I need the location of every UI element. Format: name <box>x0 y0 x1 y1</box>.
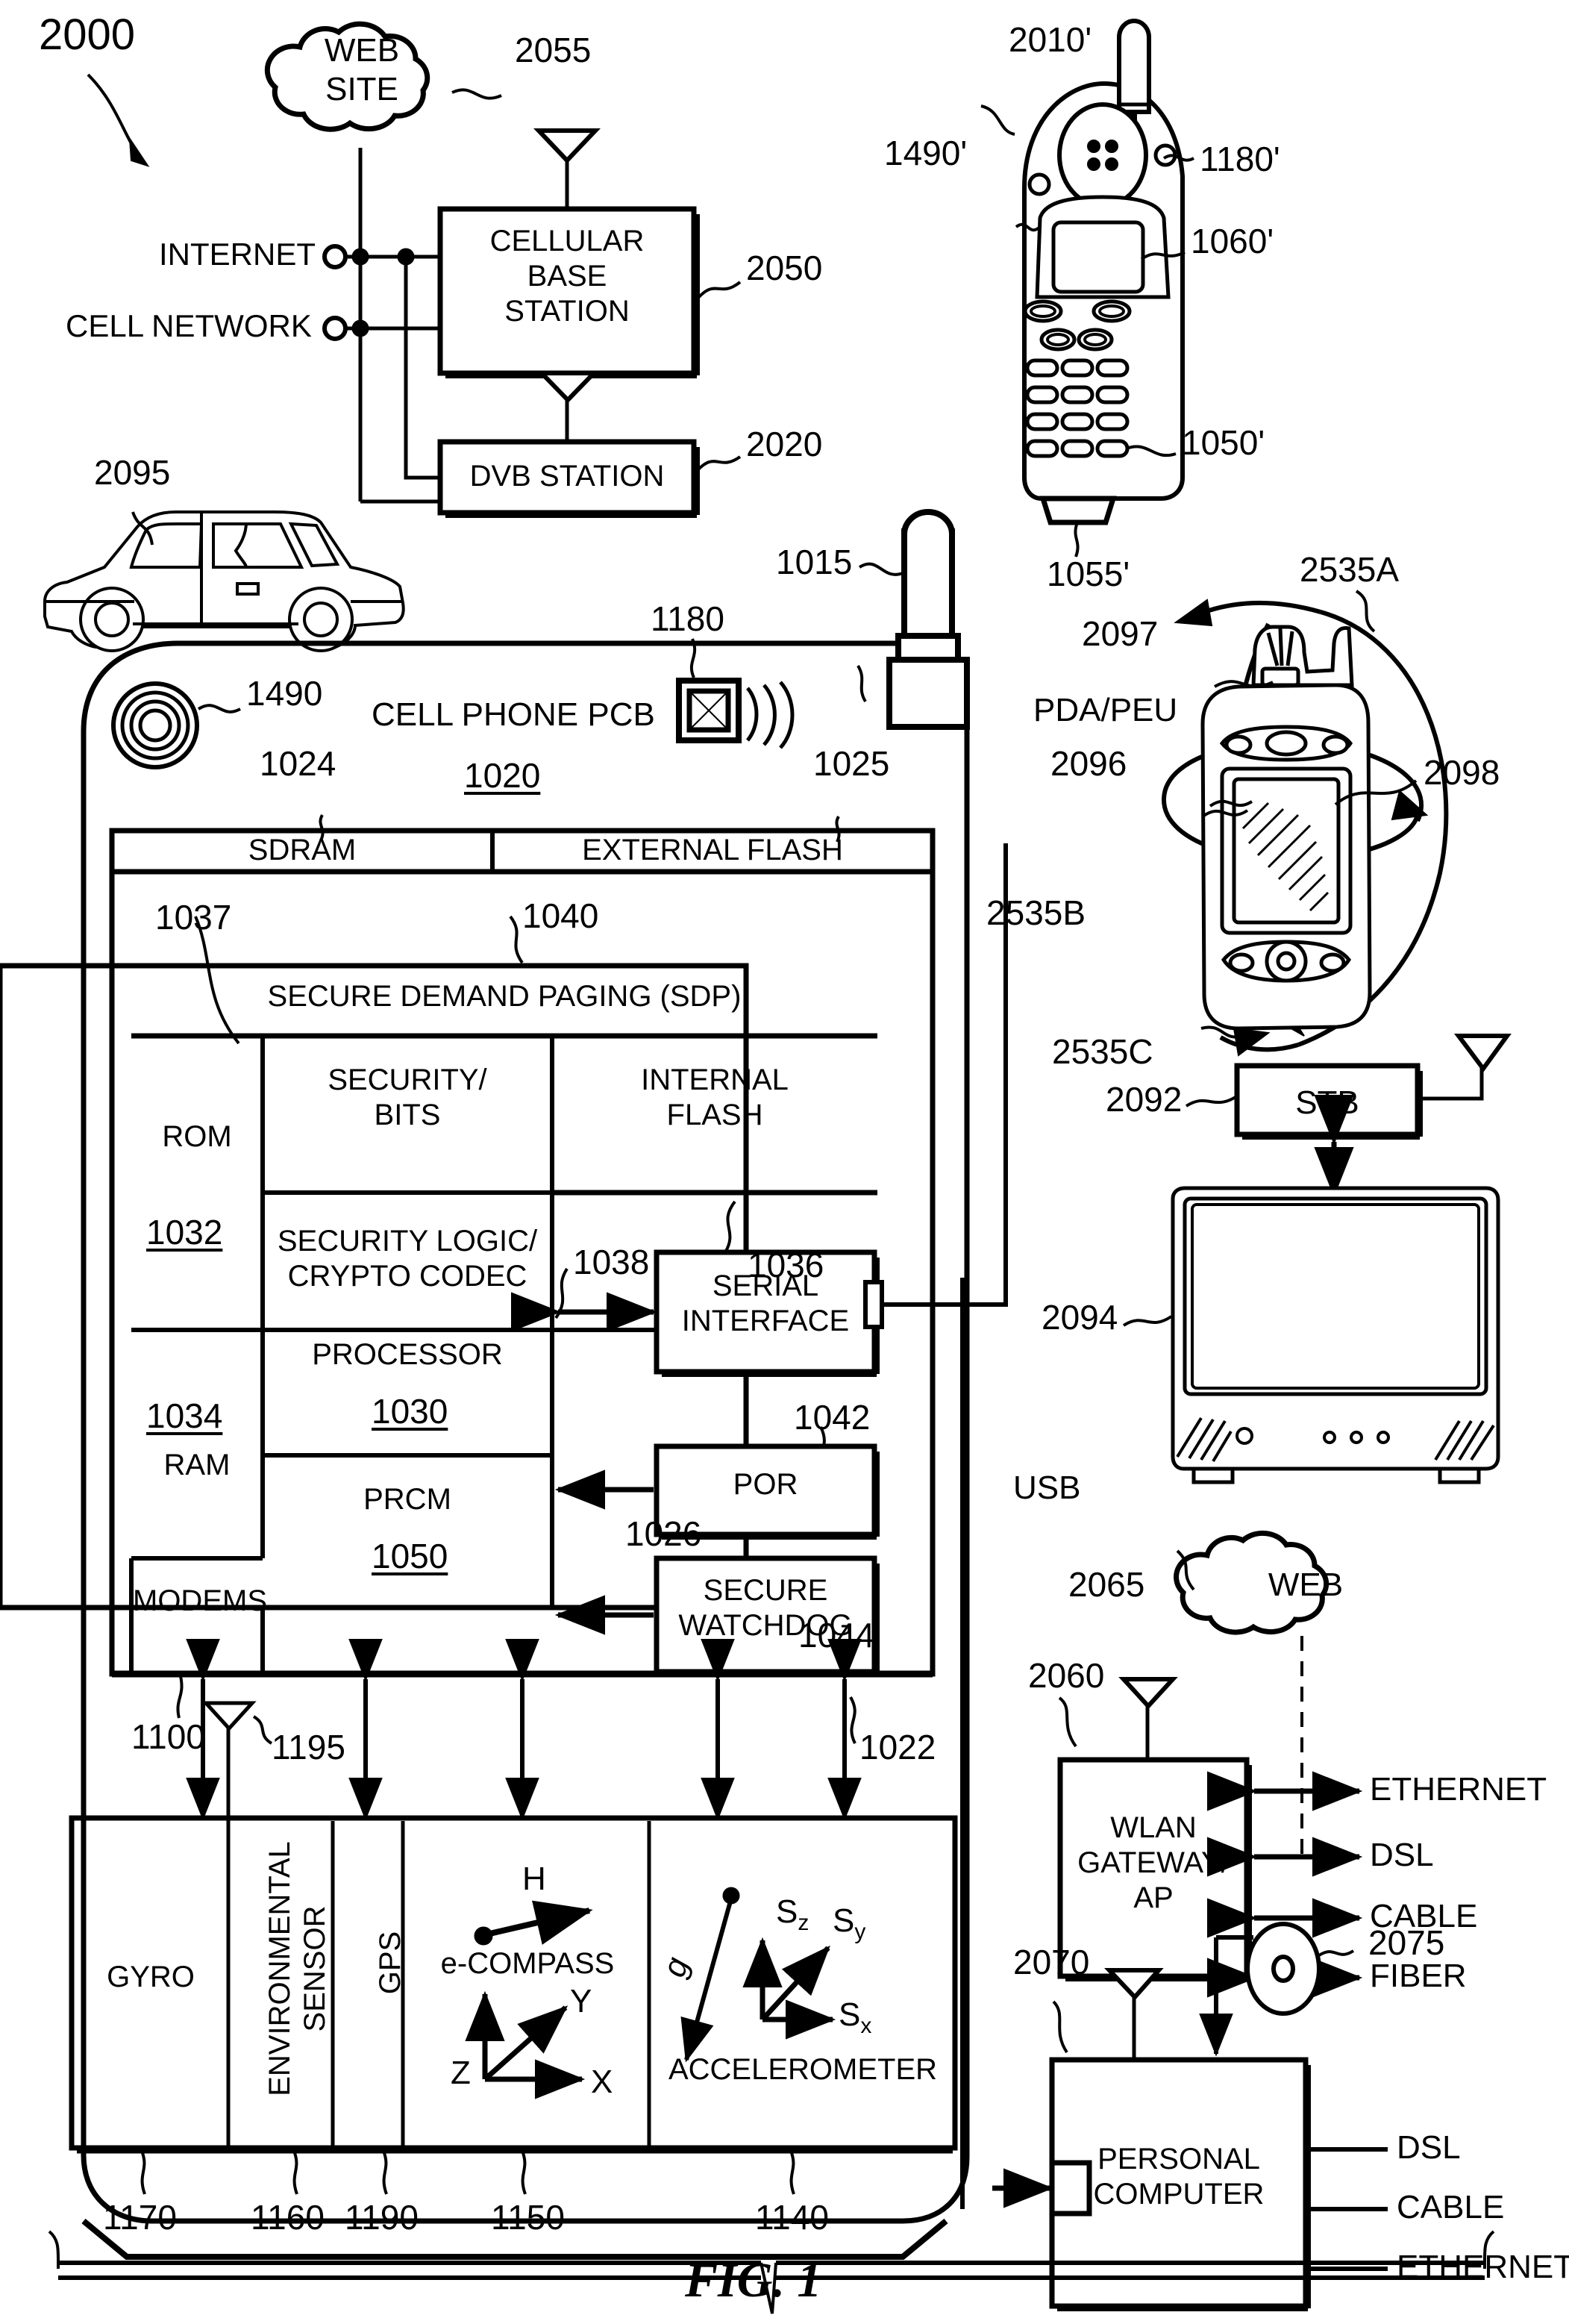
ref-1030: 1030 <box>372 1392 448 1431</box>
security-bits-label: SECURITY/ BITS <box>328 1063 487 1132</box>
ref-2020: 2020 <box>746 425 823 463</box>
pc-link-ethernet: ETHERNET <box>1397 2249 1569 2285</box>
ref-1044: 1044 <box>798 1616 875 1655</box>
pda-peu-title: PDA/PEU <box>1033 692 1178 728</box>
accel-gravity-label: g <box>655 1952 696 1982</box>
personal-computer-label: PERSONAL COMPUTER <box>1093 2143 1265 2211</box>
sensor-environmental-label: ENVIRONMENTAL SENSOR <box>263 1841 332 2096</box>
ref-1037: 1037 <box>155 898 232 937</box>
ref-1160: 1160 <box>251 2198 325 2237</box>
ref-2075: 2075 <box>1368 1923 1445 1962</box>
wlan-gateway-label: WLAN GATEWAY/ AP <box>1077 1811 1230 1915</box>
ref-1100: 1100 <box>131 1717 205 1756</box>
processor-label: PROCESSOR <box>312 1338 503 1371</box>
ref-1042: 1042 <box>794 1398 871 1437</box>
ref-1190: 1190 <box>345 2198 419 2237</box>
prcm-label: PRCM <box>363 1483 451 1516</box>
ref-1195: 1195 <box>272 1728 345 1767</box>
ref-1050: 1050 <box>372 1537 448 1575</box>
por-label: POR <box>733 1468 798 1501</box>
ref-1060-prime: 1060' <box>1191 222 1274 260</box>
accel-axis-sy: Sy <box>833 1902 866 1944</box>
ref-2535B: 2535B <box>986 893 1086 932</box>
web-cloud-label: WEB <box>1268 1566 1344 1603</box>
compass-axis-x: X <box>591 2064 613 2100</box>
ref-1490: 1490 <box>246 674 323 713</box>
ref-1034: 1034 <box>146 1396 223 1435</box>
ref-1025: 1025 <box>813 744 890 783</box>
wlan-link-dsl: DSL <box>1370 1837 1434 1873</box>
ref-2535A: 2535A <box>1300 550 1400 589</box>
wlan-link-ethernet: ETHERNET <box>1370 1771 1547 1808</box>
ref-2010-prime: 2010' <box>1009 20 1092 59</box>
accel-axis-sz: Sz <box>776 1893 809 1935</box>
wlan-link-fiber: FIBER <box>1370 1958 1467 1994</box>
ref-1050-prime: 1050' <box>1182 423 1265 462</box>
web-site-cloud-label: WEB SITE <box>324 32 400 107</box>
ref-1490-prime: 1490' <box>884 134 968 172</box>
sdp-label: SECURE DEMAND PAGING (SDP) <box>267 980 742 1013</box>
ref-1026: 1026 <box>625 1514 702 1553</box>
ref-2094: 2094 <box>1042 1298 1118 1337</box>
dvb-station-label: DVB STATION <box>469 460 665 493</box>
ref-2050: 2050 <box>746 249 823 287</box>
ref-2096: 2096 <box>1050 744 1127 783</box>
ref-1040: 1040 <box>522 896 599 935</box>
ref-1032: 1032 <box>146 1213 223 1252</box>
ref-1020: 1020 <box>464 756 541 795</box>
rom-label: ROM <box>162 1120 232 1153</box>
ref-2097: 2097 <box>1082 614 1159 653</box>
figure-caption: FIG. 1 <box>685 2253 822 2308</box>
accel-axis-sx: Sx <box>839 1996 872 2038</box>
pc-link-cable: CABLE <box>1397 2189 1505 2225</box>
ref-1170: 1170 <box>103 2198 177 2237</box>
cellular-base-station-label: CELLULAR BASE STATION <box>489 225 645 328</box>
ref-1055-prime: 1055' <box>1047 555 1130 593</box>
ref-2098: 2098 <box>1424 753 1500 792</box>
compass-h-label: H <box>522 1861 546 1897</box>
cell-network-label: CELL NETWORK <box>66 308 312 343</box>
usb-label: USB <box>1013 1469 1081 1506</box>
ref-1140: 1140 <box>755 2198 829 2237</box>
sensor-gyro-label: GYRO <box>107 1961 195 1993</box>
ref-2060: 2060 <box>1028 1656 1105 1695</box>
sensor-accelerometer-label: ACCELEROMETER <box>668 2053 938 2086</box>
ref-2535C: 2535C <box>1052 1032 1153 1071</box>
cell-phone-pcb-title: CELL PHONE PCB <box>372 696 655 733</box>
ref-1024: 1024 <box>260 744 336 783</box>
ref-2095: 2095 <box>94 453 171 492</box>
ref-1038: 1038 <box>573 1243 650 1281</box>
figure-linework <box>0 19 1512 2314</box>
compass-axis-z: Z <box>451 2055 471 2091</box>
modems-label: MODEMS <box>133 1584 267 1617</box>
sensor-gps-label: GPS <box>374 1931 407 1995</box>
ref-2055: 2055 <box>515 31 592 69</box>
ref-1180-prime: 1180' <box>1200 140 1280 178</box>
system-ref-2000: 2000 <box>39 10 136 59</box>
sdram-cell-label: SDRAM <box>248 834 357 866</box>
stb-label: STB <box>1295 1084 1359 1121</box>
pc-link-dsl: DSL <box>1397 2129 1461 2166</box>
ref-1150: 1150 <box>491 2198 565 2237</box>
security-logic-label: SECURITY LOGIC/ CRYPTO CODEC <box>277 1225 538 1293</box>
ref-2092: 2092 <box>1106 1080 1183 1119</box>
internal-flash-label: INTERNAL FLASH <box>641 1063 789 1132</box>
ref-2070: 2070 <box>1013 1943 1090 1981</box>
compass-axis-y: Y <box>570 1983 592 2020</box>
patent-figure-1: 2000 WEB SITE 2055 INTERNET CELL NETWORK… <box>0 0 1569 2324</box>
ref-1180: 1180 <box>651 599 724 638</box>
ram-label: RAM <box>163 1449 231 1481</box>
ref-2065: 2065 <box>1068 1565 1145 1604</box>
ref-1022: 1022 <box>859 1728 936 1767</box>
internet-label: INTERNET <box>159 237 316 272</box>
sensor-ecompass-label: e-COMPASS <box>440 1947 615 1980</box>
ref-1015: 1015 <box>776 543 853 581</box>
external-flash-cell-label: EXTERNAL FLASH <box>582 834 843 866</box>
serial-interface-label: SERIAL INTERFACE <box>681 1269 850 1338</box>
accel-gravity-bar <box>746 1917 749 1920</box>
